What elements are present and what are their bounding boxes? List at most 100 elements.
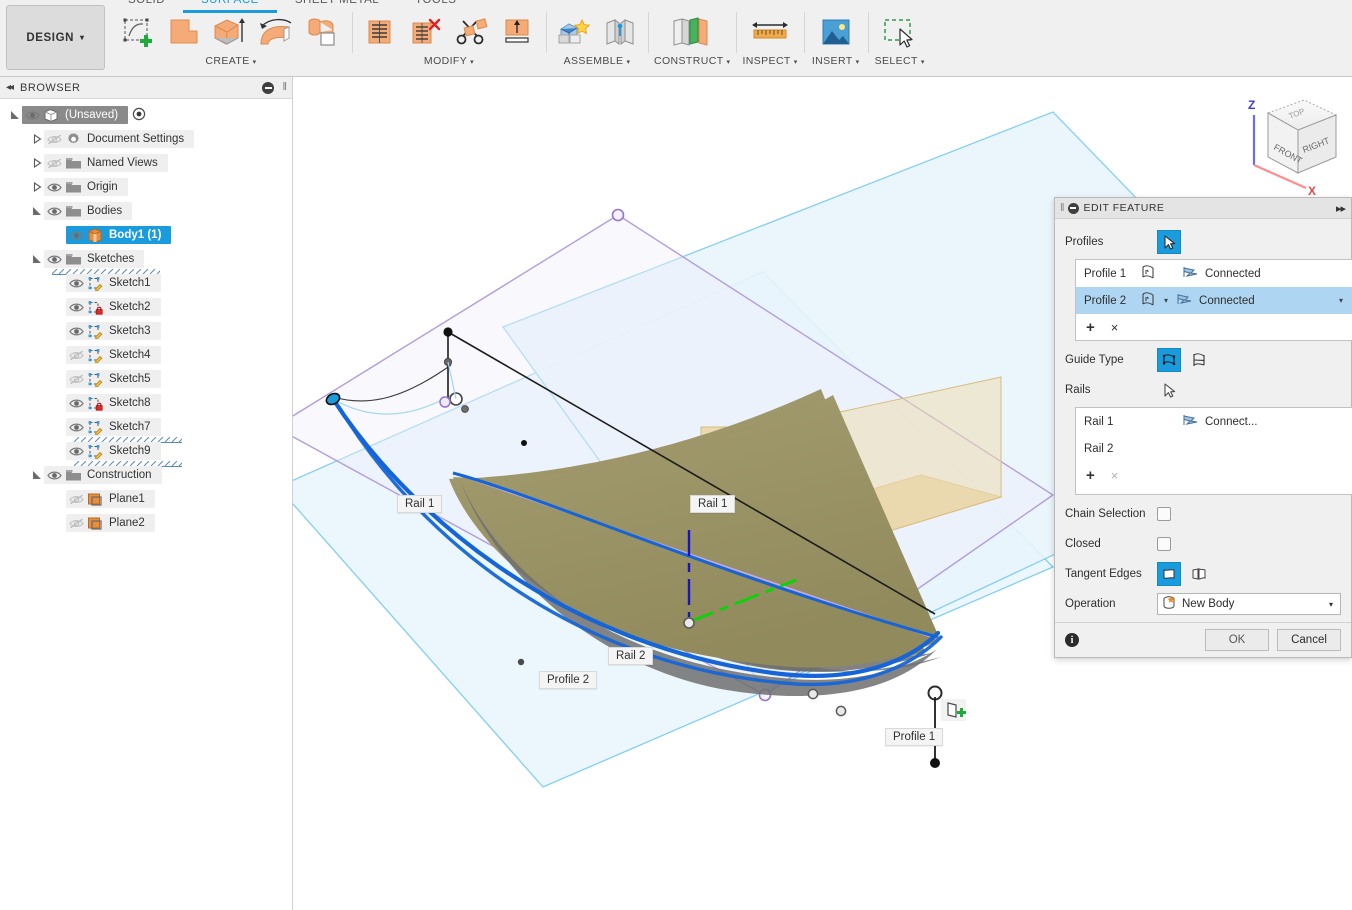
minus-circle-icon[interactable] bbox=[262, 82, 274, 94]
construction-plane-icon[interactable] bbox=[664, 10, 720, 54]
profile-row-2[interactable]: Profile 2 ▾ Connected ▾ bbox=[1076, 287, 1352, 314]
ribbon-group-label-select[interactable]: SELECT ▾ bbox=[875, 55, 925, 67]
tree-row[interactable]: Sketch1 bbox=[66, 274, 161, 292]
eye-hidden-icon[interactable] bbox=[66, 348, 86, 362]
tree-row[interactable]: Body1 (1) bbox=[66, 226, 172, 244]
eye-visible-icon[interactable] bbox=[44, 468, 64, 482]
tree-item-sketch1[interactable]: Sketch1 bbox=[0, 271, 292, 295]
tree-row[interactable]: Origin bbox=[44, 178, 128, 196]
tree-item-sketch5[interactable]: Sketch5 bbox=[0, 367, 292, 391]
split-face-icon[interactable] bbox=[450, 10, 494, 54]
tree-row[interactable]: Plane2 bbox=[66, 514, 155, 532]
info-icon[interactable]: i bbox=[1065, 633, 1079, 647]
guide-type-centerline-button[interactable] bbox=[1187, 348, 1211, 372]
loft-icon[interactable] bbox=[300, 10, 344, 54]
chevron-down-icon[interactable]: ▾ bbox=[1164, 296, 1168, 305]
eye-hidden-icon[interactable] bbox=[44, 156, 64, 170]
profile-2-tag[interactable]: Profile 2 bbox=[539, 671, 598, 689]
eye-hidden-icon[interactable] bbox=[44, 132, 64, 146]
tree-item-bodies[interactable]: Bodies bbox=[0, 199, 292, 223]
expander-expanded-icon[interactable] bbox=[30, 468, 44, 482]
tree-item-sketches[interactable]: Sketches bbox=[0, 247, 292, 275]
rail-1-tag-left[interactable]: Rail 1 bbox=[397, 495, 443, 513]
rail-row-2[interactable]: Rail 2 bbox=[1076, 435, 1352, 462]
rail-2-tag[interactable]: Rail 2 bbox=[608, 647, 654, 665]
tangent-merge-button[interactable] bbox=[1157, 562, 1181, 586]
tree-row[interactable]: Bodies bbox=[44, 202, 133, 220]
sweep-icon[interactable] bbox=[254, 10, 298, 54]
tree-item-body1-1[interactable]: Body1 (1) bbox=[0, 223, 292, 247]
profile-1-tag[interactable]: Profile 1 bbox=[885, 728, 944, 746]
profile-row-1[interactable]: Profile 1 Connected bbox=[1076, 260, 1352, 287]
ribbon-group-label-create[interactable]: CREATE ▾ bbox=[205, 55, 256, 67]
select-window-icon[interactable] bbox=[874, 10, 926, 54]
tree-item-sketch7[interactable]: Sketch7 bbox=[0, 415, 292, 443]
remove-profile-button[interactable]: × bbox=[1111, 321, 1119, 334]
expander-collapsed-icon[interactable] bbox=[30, 132, 44, 146]
tree-item-named-views[interactable]: Named Views bbox=[0, 151, 292, 175]
rail-1-tag[interactable]: Rail 1 bbox=[690, 495, 736, 513]
offset-icon[interactable] bbox=[496, 10, 540, 54]
ribbon-group-label-assemble[interactable]: ASSEMBLE ▾ bbox=[564, 55, 631, 67]
workspace-switcher-button[interactable]: DESIGN ▾ bbox=[6, 5, 105, 70]
tree-item-sketch8[interactable]: Sketch8 bbox=[0, 391, 292, 415]
tree-row[interactable]: Sketch2 bbox=[66, 298, 161, 316]
tree-row[interactable]: Named Views bbox=[44, 154, 168, 172]
joint-icon[interactable] bbox=[598, 10, 642, 54]
tree-row[interactable]: Sketch8 bbox=[66, 394, 161, 412]
tree-row[interactable]: Document Settings bbox=[44, 130, 195, 148]
tree-item-construction[interactable]: Construction bbox=[0, 463, 292, 487]
operation-dropdown[interactable]: New Body ▾ bbox=[1157, 593, 1341, 615]
cancel-button[interactable]: Cancel bbox=[1277, 629, 1341, 651]
tree-item-plane2[interactable]: Plane2 bbox=[0, 511, 292, 535]
activate-component-icon[interactable] bbox=[132, 107, 146, 124]
eye-visible-icon[interactable] bbox=[66, 276, 86, 290]
tree-row[interactable]: Sketch4 bbox=[66, 346, 161, 364]
chain-selection-checkbox[interactable] bbox=[1157, 507, 1171, 521]
chevron-down-icon[interactable]: ▾ bbox=[1329, 600, 1333, 609]
tree-item-origin[interactable]: Origin bbox=[0, 175, 292, 199]
tree-row[interactable]: Sketch5 bbox=[66, 370, 161, 388]
rail-row-1[interactable]: Rail 1 Connect... bbox=[1076, 408, 1352, 435]
trim-icon[interactable] bbox=[358, 10, 402, 54]
ribbon-group-label-insert[interactable]: INSERT ▾ bbox=[812, 55, 860, 67]
eye-visible-icon[interactable] bbox=[66, 324, 86, 338]
chevron-down-icon[interactable]: ▾ bbox=[1339, 296, 1343, 305]
rails-select-cursor-icon[interactable] bbox=[1157, 378, 1181, 402]
tree-item-plane1[interactable]: Plane1 bbox=[0, 487, 292, 511]
expander-expanded-icon[interactable] bbox=[8, 108, 22, 122]
revolve-icon[interactable] bbox=[208, 10, 252, 54]
tree-item-sketch4[interactable]: Sketch4 bbox=[0, 343, 292, 367]
eye-hidden-icon[interactable] bbox=[66, 516, 86, 530]
tree-item-unsaved[interactable]: (Unsaved) bbox=[0, 103, 292, 127]
tree-row[interactable]: Plane1 bbox=[66, 490, 155, 508]
collapse-panel-icon[interactable]: ◂◂ bbox=[6, 82, 14, 93]
dialog-grip-icon[interactable]: ‖ bbox=[1060, 202, 1065, 214]
ribbon-group-label-construct[interactable]: CONSTRUCT ▾ bbox=[654, 55, 730, 67]
ok-button[interactable]: OK bbox=[1205, 629, 1269, 651]
expander-collapsed-icon[interactable] bbox=[30, 156, 44, 170]
tree-row[interactable]: Construction bbox=[44, 466, 162, 484]
add-rail-button[interactable]: + bbox=[1086, 468, 1095, 483]
eye-visible-icon[interactable] bbox=[22, 108, 42, 122]
add-profile-button[interactable]: + bbox=[1086, 320, 1095, 335]
tree-item-sketch3[interactable]: Sketch3 bbox=[0, 319, 292, 343]
expander-collapsed-icon[interactable] bbox=[30, 180, 44, 194]
tree-item-sketch9[interactable]: Sketch9 bbox=[0, 439, 292, 467]
eye-visible-icon[interactable] bbox=[66, 396, 86, 410]
create-sketch-icon[interactable] bbox=[116, 10, 160, 54]
panel-grip-icon[interactable]: ‖ bbox=[282, 81, 287, 93]
remove-rail-button[interactable]: × bbox=[1111, 469, 1119, 482]
profiles-select-button[interactable] bbox=[1157, 230, 1181, 254]
eye-visible-icon[interactable] bbox=[44, 180, 64, 194]
tree-row[interactable]: Sketch3 bbox=[66, 322, 161, 340]
new-component-icon[interactable] bbox=[552, 10, 596, 54]
eye-hidden-icon[interactable] bbox=[66, 492, 86, 506]
tree-row[interactable]: (Unsaved) bbox=[22, 106, 129, 124]
ribbon-group-label-modify[interactable]: MODIFY ▾ bbox=[424, 55, 474, 67]
expand-dialog-icon[interactable]: ▸▸ bbox=[1336, 202, 1346, 215]
minus-circle-icon[interactable] bbox=[1067, 202, 1079, 214]
tree-item-sketch2[interactable]: Sketch2 bbox=[0, 295, 292, 319]
eye-visible-icon[interactable] bbox=[44, 204, 64, 218]
view-cube[interactable]: Z X FRONT RIGHT TOP bbox=[1230, 85, 1350, 200]
